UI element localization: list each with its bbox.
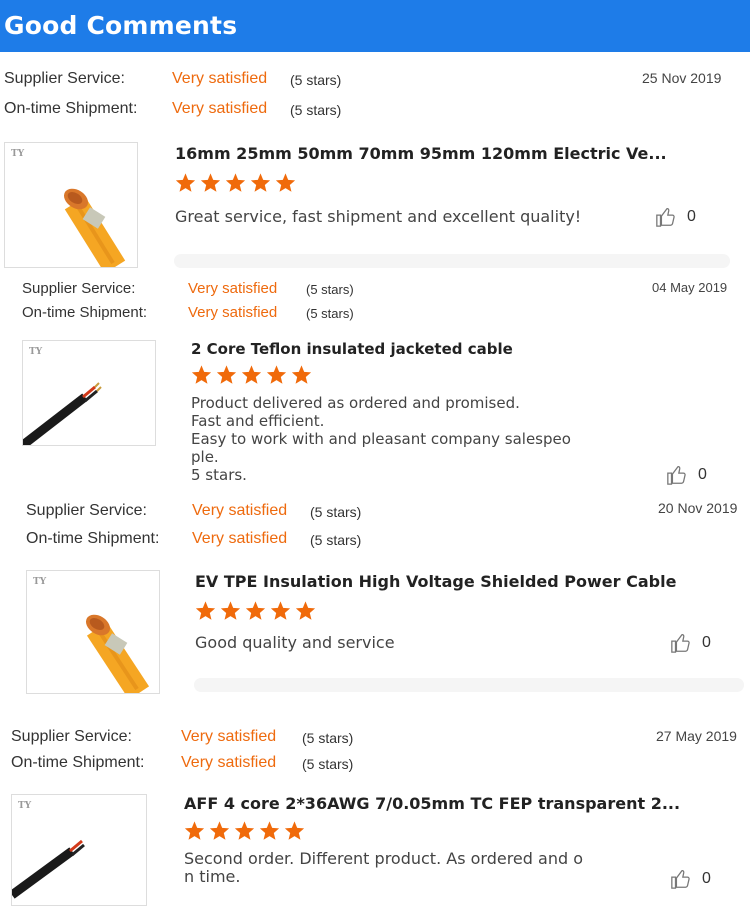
like-control[interactable]: 0 xyxy=(670,632,711,654)
product-thumbnail[interactable]: TY xyxy=(11,794,147,906)
rating-stars xyxy=(183,820,306,842)
supplier-service-value: Very satisfied xyxy=(181,728,277,745)
like-count: 0 xyxy=(702,870,711,887)
supplier-service-label: Supplier Service: xyxy=(4,70,125,87)
star-icon xyxy=(175,173,196,192)
ontime-shipment-label: On-time Shipment: xyxy=(26,530,160,547)
like-control[interactable]: 0 xyxy=(655,206,696,228)
ontime-shipment-label: On-time Shipment: xyxy=(4,100,138,117)
star-icon xyxy=(216,365,237,384)
star-icon xyxy=(291,365,312,384)
review-date: 20 Nov 2019 xyxy=(658,500,738,516)
thumbs-up-icon[interactable] xyxy=(670,632,692,654)
ontime-shipment-stars: (5 stars) xyxy=(306,306,354,321)
review-comment: Great service, fast shipment and excelle… xyxy=(175,207,582,226)
orange-cable-image xyxy=(63,188,126,267)
orange-cable-image xyxy=(85,614,150,693)
star-icon xyxy=(200,173,221,192)
product-title-link[interactable]: 2 Core Teflon insulated jacketed cable xyxy=(191,340,513,358)
rating-stars xyxy=(190,364,313,386)
supplier-service-stars: (5 stars) xyxy=(306,282,354,297)
supplier-service-label: Supplier Service: xyxy=(11,728,132,745)
supplier-service-value: Very satisfied xyxy=(172,70,268,87)
supplier-service-stars: (5 stars) xyxy=(310,504,362,520)
like-count: 0 xyxy=(687,208,696,225)
star-icon xyxy=(220,601,241,620)
ontime-shipment-label: On-time Shipment: xyxy=(11,754,145,771)
ontime-shipment-stars: (5 stars) xyxy=(310,532,362,548)
product-title-link[interactable]: 16mm 25mm 50mm 70mm 95mm 120mm Electric … xyxy=(175,144,667,163)
star-icon xyxy=(245,601,266,620)
ontime-shipment-value: Very satisfied xyxy=(181,754,277,771)
black-cable-image xyxy=(23,382,102,445)
reply-area xyxy=(174,254,730,268)
review-1: Supplier Service: Very satisfied (5 star… xyxy=(0,52,750,272)
ontime-shipment-value: Very satisfied xyxy=(192,530,288,547)
star-icon xyxy=(184,821,205,840)
star-icon xyxy=(195,601,216,620)
review-date: 25 Nov 2019 xyxy=(642,70,722,86)
like-count: 0 xyxy=(698,466,707,483)
star-icon xyxy=(284,821,305,840)
review-comment: Good quality and service xyxy=(195,633,395,652)
like-control[interactable]: 0 xyxy=(666,464,707,486)
star-icon xyxy=(225,173,246,192)
star-icon xyxy=(191,365,212,384)
review-2: Supplier Service: Very satisfied (5 star… xyxy=(0,272,750,492)
star-icon xyxy=(250,173,271,192)
supplier-service-value: Very satisfied xyxy=(188,280,278,297)
product-title-link[interactable]: AFF 4 core 2*36AWG 7/0.05mm TC FEP trans… xyxy=(184,794,680,813)
like-control[interactable]: 0 xyxy=(670,868,711,890)
brand-logo-icon: TY xyxy=(33,577,47,587)
page-title: Good Comments xyxy=(4,11,238,40)
review-comment: Product delivered as ordered and promise… xyxy=(191,394,571,484)
review-date: 04 May 2019 xyxy=(652,280,728,295)
reply-area xyxy=(194,678,744,692)
header-bar: Good Comments xyxy=(0,0,750,52)
supplier-service-label: Supplier Service: xyxy=(26,502,147,519)
star-icon xyxy=(266,365,287,384)
supplier-service-stars: (5 stars) xyxy=(290,72,342,88)
star-icon xyxy=(234,821,255,840)
star-icon xyxy=(270,601,291,620)
brand-logo-icon: TY xyxy=(11,149,25,159)
star-icon xyxy=(241,365,262,384)
star-icon xyxy=(275,173,296,192)
thumbs-up-icon[interactable] xyxy=(655,206,677,228)
review-date: 27 May 2019 xyxy=(656,728,737,744)
product-thumbnail[interactable]: TY xyxy=(4,142,138,268)
ontime-shipment-label: On-time Shipment: xyxy=(22,304,148,321)
review-4: Supplier Service: Very satisfied (5 star… xyxy=(0,712,750,906)
product-title-link[interactable]: EV TPE Insulation High Voltage Shielded … xyxy=(195,572,676,591)
star-icon xyxy=(209,821,230,840)
product-thumbnail[interactable]: TY xyxy=(22,340,156,446)
like-count: 0 xyxy=(702,634,711,651)
rating-stars xyxy=(174,172,297,194)
ontime-shipment-value: Very satisfied xyxy=(188,304,278,321)
rating-stars xyxy=(194,600,317,622)
product-thumbnail[interactable]: TY xyxy=(26,570,160,694)
star-icon xyxy=(295,601,316,620)
review-comment: Second order. Different product. As orde… xyxy=(184,849,583,886)
star-icon xyxy=(259,821,280,840)
brand-logo-icon: TY xyxy=(18,801,32,811)
thumbs-up-icon[interactable] xyxy=(666,464,688,486)
supplier-service-stars: (5 stars) xyxy=(302,730,354,746)
ontime-shipment-value: Very satisfied xyxy=(172,100,268,117)
review-3: Supplier Service: Very satisfied (5 star… xyxy=(0,492,750,712)
ontime-shipment-stars: (5 stars) xyxy=(290,102,342,118)
supplier-service-label: Supplier Service: xyxy=(22,280,136,297)
thumbs-up-icon[interactable] xyxy=(670,868,692,890)
ontime-shipment-stars: (5 stars) xyxy=(302,756,354,772)
brand-logo-icon: TY xyxy=(29,347,43,357)
black-cable-image xyxy=(12,839,85,899)
supplier-service-value: Very satisfied xyxy=(192,502,288,519)
